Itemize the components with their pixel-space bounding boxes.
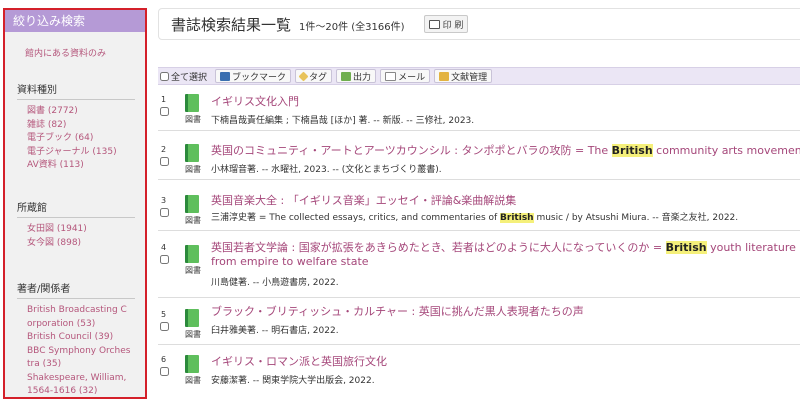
mail-button[interactable]: メール — [380, 69, 431, 83]
mail-label: メール — [398, 72, 426, 83]
results-main: 書誌検索結果一覧 1件〜20件 (全3166件) 印 刷 全て選択 ブックマーク… — [158, 0, 800, 401]
result-title-link[interactable]: 英国若者文学論 : 国家が拡張をあきらめたとき、若者はどのように大人になっていく… — [211, 239, 800, 255]
result-description: 三浦淳史著 = The collected essays, critics, a… — [211, 213, 739, 223]
reference-manager-button[interactable]: 文献管理 — [434, 69, 493, 83]
facet-item-author-bbc-symphony[interactable]: BBC Symphony Orches — [17, 345, 135, 359]
facet-material-type: 資料種別 図書 (2772) 雑誌 (82) 電子ブック (64) 電子ジャーナ… — [17, 81, 135, 173]
select-all-label: 全て選択 — [171, 72, 208, 83]
result-row: 3 図書 英国音楽大全 : 「イギリス音楽」エッセイ・評論&楽曲解説集 三浦淳史… — [158, 182, 800, 231]
refine-search-sidebar: 絞り込み検索 館内にある資料のみ 資料種別 図書 (2772) 雑誌 (82) … — [3, 8, 147, 399]
facet-item-library-2[interactable]: 女今図 (898) — [17, 237, 135, 251]
bookmark-button[interactable]: ブックマーク — [215, 69, 292, 83]
output-button[interactable]: 出力 — [336, 69, 377, 83]
result-number: 2 — [161, 145, 167, 154]
bookmark-label: ブックマーク — [232, 72, 287, 83]
result-description: 臼井雅美著. -- 明石書店, 2022. — [211, 326, 339, 336]
result-title-link[interactable]: ブラック・ブリティッシュ・カルチャー : 英国に挑んだ黒人表現者たちの声 — [211, 303, 584, 319]
book-icon — [185, 245, 199, 263]
print-label: 印 刷 — [442, 20, 464, 31]
result-row: 5 図書 ブラック・ブリティッシュ・カルチャー : 英国に挑んだ黒人表現者たちの… — [158, 300, 800, 345]
result-number: 6 — [161, 355, 167, 364]
export-icon — [341, 71, 352, 81]
result-type: 図書 — [185, 266, 201, 275]
result-title-link[interactable]: イギリス・ロマン派と英国旅行文化 — [211, 353, 387, 369]
result-checkbox[interactable] — [160, 322, 169, 331]
result-count: 1件〜20件 (全3166件) — [299, 22, 405, 33]
select-all[interactable]: 全て選択 — [160, 70, 207, 83]
result-number: 5 — [161, 310, 167, 319]
reference-manager-label: 文献管理 — [451, 72, 488, 83]
facet-title: 所蔵館 — [17, 199, 135, 218]
result-checkbox[interactable] — [160, 367, 169, 376]
result-type: 図書 — [185, 115, 201, 124]
facet-item-author-shakespeare-cont[interactable]: 1564-1616 (32) — [17, 385, 135, 397]
facet-item-ejournals[interactable]: 電子ジャーナル (135) — [17, 146, 135, 160]
facet-title: 資料種別 — [17, 81, 135, 100]
tag-icon — [298, 71, 309, 81]
facet-item-author-bbc-symphony-cont[interactable]: tra (35) — [17, 358, 135, 372]
result-checkbox[interactable] — [160, 208, 169, 217]
book-icon — [185, 309, 199, 327]
facet-item-books[interactable]: 図書 (2772) — [17, 105, 135, 119]
result-row: 1 図書 イギリス文化入門 下楠昌哉責任編集 ; 下楠昌哉 [ほか] 著. --… — [158, 86, 800, 131]
output-label: 出力 — [353, 72, 372, 83]
result-row: 4 図書 英国若者文学論 : 国家が拡張をあきらめたとき、若者はどのように大人に… — [158, 233, 800, 298]
book-icon — [185, 355, 199, 373]
result-number: 3 — [161, 196, 167, 205]
result-checkbox[interactable] — [160, 157, 169, 166]
result-title-link[interactable]: イギリス文化入門 — [211, 93, 299, 109]
result-row: 2 図書 英国のコミュニティ・アートとアーツカウンシル : タンポポとバラの攻防… — [158, 133, 800, 180]
facet-item-av[interactable]: AV資料 (113) — [17, 159, 135, 173]
result-checkbox[interactable] — [160, 107, 169, 116]
result-description: 安藤潔著. -- 関東学院大学出版会, 2022. — [211, 376, 375, 386]
result-description: 小林瑠音著. -- 水曜社, 2023. -- (文化とまちづくり叢書). — [211, 165, 442, 175]
result-title-link-cont[interactable]: from empire to welfare state — [211, 255, 369, 268]
tag-button[interactable]: タグ — [295, 69, 333, 83]
folder-icon — [439, 71, 450, 81]
result-row: 6 図書 イギリス・ロマン派と英国旅行文化 安藤潔著. -- 関東学院大学出版会… — [158, 347, 800, 391]
book-icon — [185, 195, 199, 213]
result-checkbox[interactable] — [160, 255, 169, 264]
search-term-highlight: British — [611, 144, 653, 157]
facet-item-author-bbc-cont[interactable]: orporation (53) — [17, 318, 135, 332]
search-term-highlight: British — [500, 213, 534, 223]
result-description: 川島健著. -- 小鳥遊書房, 2022. — [211, 278, 339, 288]
result-type: 図書 — [185, 216, 201, 225]
result-number: 1 — [161, 95, 167, 104]
result-description: 下楠昌哉責任編集 ; 下楠昌哉 [ほか] 著. -- 新版. -- 三修社, 2… — [211, 116, 475, 126]
facet-title: 著者/関係者 — [17, 280, 135, 299]
sidebar-header: 絞り込み検索 — [5, 10, 145, 32]
page-title: 書誌検索結果一覧 — [171, 16, 292, 34]
facet-item-magazines[interactable]: 雑誌 (82) — [17, 119, 135, 133]
bookmark-icon — [220, 71, 231, 81]
facet-item-author-bbc[interactable]: British Broadcasting C — [17, 304, 135, 318]
search-term-highlight: British — [665, 241, 707, 254]
results-header: 書誌検索結果一覧 1件〜20件 (全3166件) 印 刷 — [158, 8, 800, 40]
result-title-link[interactable]: 英国音楽大全 : 「イギリス音楽」エッセイ・評論&楽曲解説集 — [211, 192, 516, 208]
select-all-checkbox[interactable] — [160, 71, 169, 81]
mail-icon — [385, 71, 397, 81]
print-button[interactable]: 印 刷 — [424, 15, 468, 33]
facet-library: 所蔵館 女田図 (1941) 女今図 (898) — [17, 199, 135, 250]
action-toolbar: 全て選択 ブックマーク タグ 出力 メール 文献管理 — [158, 67, 800, 85]
result-type: 図書 — [185, 330, 201, 339]
book-icon — [185, 144, 199, 162]
result-type: 図書 — [185, 376, 201, 385]
result-number: 4 — [161, 243, 167, 252]
in-library-only-link[interactable]: 館内にある資料のみ — [25, 46, 145, 59]
facet-item-ebooks[interactable]: 電子ブック (64) — [17, 132, 135, 146]
result-title-link[interactable]: 英国のコミュニティ・アートとアーツカウンシル : タンポポとバラの攻防 = Th… — [211, 142, 800, 158]
result-type: 図書 — [185, 165, 201, 174]
tag-label: タグ — [309, 72, 328, 83]
facet-author: 著者/関係者 British Broadcasting C orporation… — [17, 280, 135, 397]
facet-item-author-shakespeare[interactable]: Shakespeare, William, — [17, 372, 135, 386]
facet-item-library-1[interactable]: 女田図 (1941) — [17, 223, 135, 237]
facet-item-author-british-council[interactable]: British Council (39) — [17, 331, 135, 345]
book-icon — [185, 94, 199, 112]
printer-icon — [428, 19, 440, 29]
